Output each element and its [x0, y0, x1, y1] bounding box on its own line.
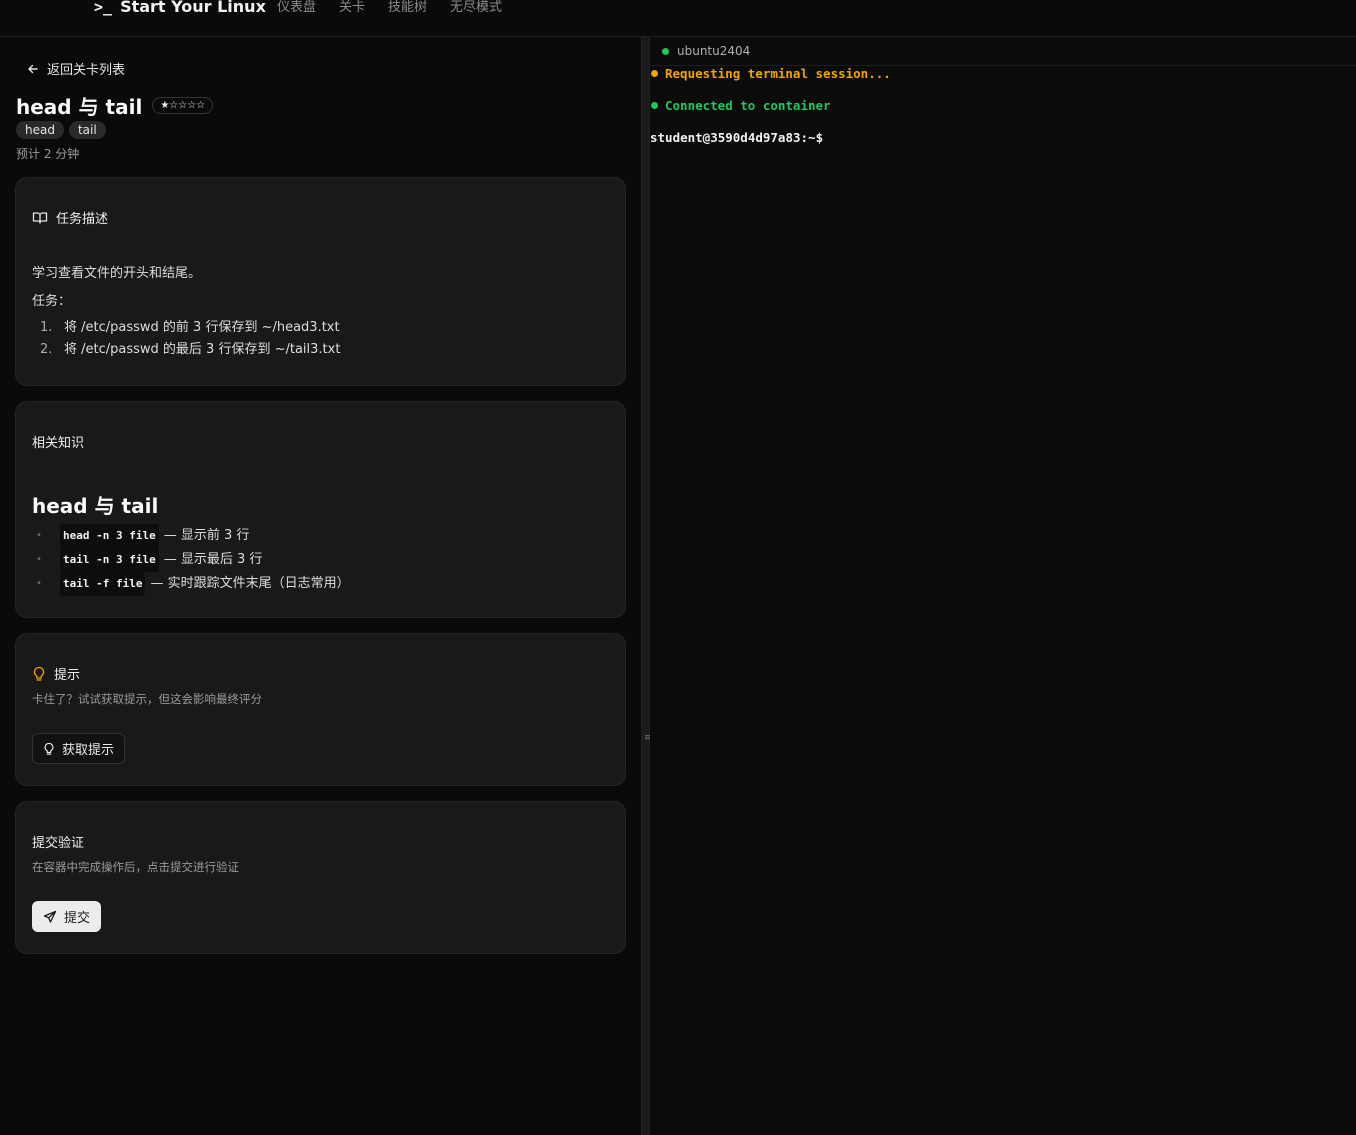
status-dot	[651, 70, 658, 77]
book-open-icon	[32, 211, 48, 224]
get-hint-label: 获取提示	[62, 743, 115, 758]
terminal-line: Requesting terminal session...	[651, 66, 1051, 81]
knowledge-heading: head 与 tail	[32, 494, 159, 518]
lightbulb-icon	[33, 666, 45, 681]
arrow-left-icon	[28, 64, 38, 73]
level-tags: head tail	[16, 121, 106, 139]
knowledge-item: • head -n 3 file — 显示前 3 行	[32, 524, 609, 548]
knowledge-item: • tail -f file — 实时跟踪文件末尾（日志常用）	[32, 572, 609, 596]
level-header: head 与 tail ★☆☆☆☆	[16, 91, 214, 120]
code-snippet: tail -f file	[60, 572, 146, 596]
terminal-tab[interactable]: ubuntu2404	[650, 37, 1356, 66]
connection-status-dot	[662, 47, 669, 55]
terminal-panel[interactable]: ubuntu2404 Requesting terminal session..…	[650, 37, 1356, 1135]
task-list-label: 任务：	[32, 294, 72, 309]
nav-item-dashboard[interactable]: 仪表盘	[277, 0, 316, 16]
terminal-prompt-icon: >_	[94, 0, 113, 16]
back-to-levels-link[interactable]: 返回关卡列表	[27, 59, 125, 78]
estimated-time: 预计 2 分钟	[16, 147, 80, 161]
hint-card-header: 提示	[32, 664, 609, 683]
task-list: 1. 将 /etc/passwd 的前 3 行保存到 ~/head3.txt 2.…	[40, 317, 609, 361]
task-description-card: 任务描述 学习查看文件的开头和结尾。 任务： 1. 将 /etc/passwd 的…	[15, 177, 626, 386]
submit-label: 提交	[64, 911, 91, 926]
brand-name: Start Your Linux	[120, 0, 266, 16]
knowledge-card-title: 相关知识	[32, 436, 85, 451]
status-dot	[651, 102, 658, 109]
task-item: 1. 将 /etc/passwd 的前 3 行保存到 ~/head3.txt	[40, 320, 340, 335]
task-card-title: 任务描述	[56, 212, 109, 227]
task-card-header: 任务描述	[32, 208, 609, 227]
nav-item-skill-tree[interactable]: 技能树	[388, 0, 427, 16]
submit-card-title: 提交验证	[32, 836, 85, 851]
get-hint-button[interactable]: 获取提示	[32, 733, 126, 764]
tag-tail: tail	[68, 121, 106, 139]
submit-button[interactable]: 提交	[32, 901, 102, 932]
level-title: head 与 tail	[16, 95, 143, 119]
level-detail-panel: 返回关卡列表 head 与 tail ★☆☆☆☆ head tail 预计 2 …	[0, 37, 641, 1135]
tag-head: head	[16, 121, 64, 139]
back-link-label: 返回关卡列表	[47, 63, 126, 78]
code-snippet: tail -n 3 file	[60, 548, 159, 572]
knowledge-list: • head -n 3 file — 显示前 3 行 • tail -n 3 file…	[32, 524, 609, 596]
difficulty-badge: ★☆☆☆☆	[152, 97, 214, 114]
task-description: 学习查看文件的开头和结尾。	[32, 266, 202, 281]
knowledge-card: 相关知识 head 与 tail • head -n 3 file — 显示前 3 …	[15, 401, 626, 618]
hint-card: 提示 卡住了？试试获取提示，但这会影响最终评分 获取提示	[15, 633, 626, 786]
hint-card-title: 提示	[54, 668, 81, 683]
nav-item-levels[interactable]: 关卡	[339, 0, 365, 16]
submit-card-subtitle: 在容器中完成操作后，点击提交进行验证	[32, 860, 239, 874]
terminal-tab-label: ubuntu2404	[677, 44, 751, 58]
lightbulb-icon	[44, 742, 54, 755]
panel-resize-handle[interactable]: ≡	[641, 37, 652, 1135]
send-icon	[43, 910, 57, 923]
terminal-prompt: student@3590d4d97a83:~$	[650, 130, 824, 145]
hint-card-subtitle: 卡住了？试试获取提示，但这会影响最终评分	[32, 692, 262, 706]
submit-card: 提交验证 在容器中完成操作后，点击提交进行验证 提交	[15, 801, 626, 954]
main-nav: 仪表盘 关卡 技能树 无尽模式	[277, 0, 502, 16]
nav-item-endless-mode[interactable]: 无尽模式	[450, 0, 502, 16]
terminal-line: Connected to container	[651, 98, 1051, 113]
top-navbar: >_ Start Your Linux 仪表盘 关卡 技能树 无尽模式	[0, 0, 1356, 37]
brand-logo[interactable]: >_ Start Your Linux	[94, 0, 266, 16]
code-snippet: head -n 3 file	[60, 524, 159, 548]
knowledge-item: • tail -n 3 file — 显示最后 3 行	[32, 548, 609, 572]
task-item: 2. 将 /etc/passwd 的最后 3 行保存到 ~/tail3.txt	[40, 342, 341, 357]
